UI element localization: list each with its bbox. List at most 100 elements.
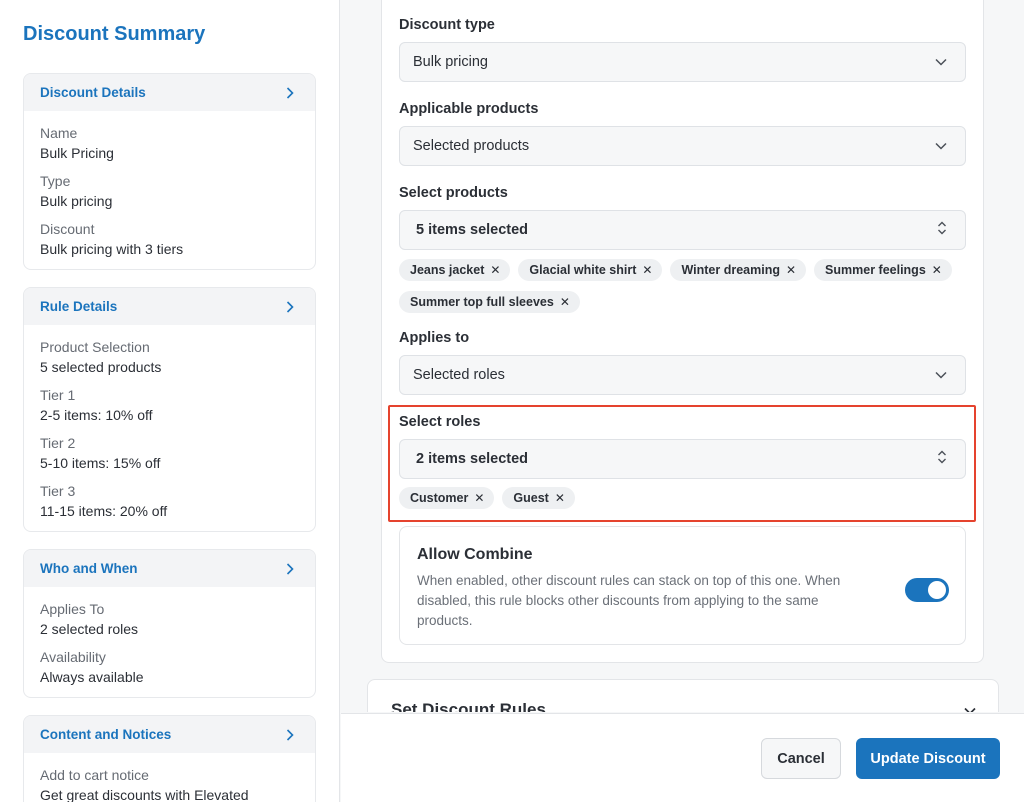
chevron-down-icon	[964, 702, 976, 712]
chevron-right-icon	[283, 300, 297, 314]
sidebar-title: Discount Summary	[23, 23, 206, 45]
allow-combine-card: Allow Combine When enabled, other discou…	[399, 526, 966, 645]
tier-2-label: Tier 2	[40, 435, 76, 451]
product-chip: Jeans jacket ✕	[399, 259, 511, 281]
tier-1-value: 2-5 items: 10% off	[40, 407, 153, 423]
applicable-products-select[interactable]: Selected products	[399, 126, 966, 166]
applies-to-label: Applies to	[399, 330, 470, 346]
select-roles-multiselect[interactable]: 2 items selected	[399, 439, 966, 479]
discount-details-card: Discount Details Name Bulk Pricing Type …	[23, 73, 316, 270]
set-discount-rules-title: Set Discount Rules	[391, 700, 546, 712]
product-chip: Winter dreaming ✕	[670, 259, 807, 281]
tier-1-field: Tier 1 2-5 items: 10% off	[40, 385, 299, 425]
chevron-up-down-icon	[937, 450, 947, 469]
cart-notice-label: Add to cart notice	[40, 767, 149, 783]
cancel-button[interactable]: Cancel	[761, 738, 841, 779]
discount-value: Bulk pricing with 3 tiers	[40, 241, 184, 257]
discount-type-value: Bulk pricing	[413, 54, 488, 70]
who-and-when-card: Who and When Applies To 2 selected roles…	[23, 549, 316, 698]
discount-details-header[interactable]: Discount Details	[24, 74, 315, 111]
role-chip: Guest ✕	[502, 487, 575, 509]
applies-to-field: Applies To 2 selected roles	[40, 599, 299, 639]
name-label: Name	[40, 125, 78, 141]
chevron-right-icon	[283, 562, 297, 576]
tier-1-label: Tier 1	[40, 387, 76, 403]
cart-notice-field: Add to cart notice Get great discounts w…	[40, 765, 299, 802]
tier-3-label: Tier 3	[40, 483, 76, 499]
content-and-notices-heading: Content and Notices	[40, 727, 172, 742]
product-selection-label: Product Selection	[40, 339, 150, 355]
allow-combine-description: When enabled, other discount rules can s…	[417, 573, 841, 628]
tier-3-value: 11-15 items: 20% off	[40, 503, 168, 519]
chevron-right-icon	[283, 86, 297, 100]
applies-to-value: Selected roles	[413, 367, 505, 383]
chip-label: Jeans jacket	[410, 263, 485, 277]
chip-label: Guest	[513, 491, 549, 505]
update-discount-button[interactable]: Update Discount	[856, 738, 1000, 779]
selected-roles-chips: Customer ✕ Guest ✕	[399, 487, 969, 509]
remove-icon[interactable]: ✕	[474, 491, 484, 505]
remove-icon[interactable]: ✕	[786, 263, 796, 277]
discount-label: Discount	[40, 221, 95, 237]
name-field: Name Bulk Pricing	[40, 123, 299, 163]
remove-icon[interactable]: ✕	[555, 491, 565, 505]
availability-label: Availability	[40, 649, 106, 665]
discount-field: Discount Bulk pricing with 3 tiers	[40, 219, 299, 259]
availability-value: Always available	[40, 669, 144, 685]
selected-products-chips: Jeans jacket ✕ Glacial white shirt ✕ Win…	[399, 259, 969, 313]
remove-icon[interactable]: ✕	[642, 263, 652, 277]
chip-label: Customer	[410, 491, 469, 505]
chip-label: Summer feelings	[825, 263, 926, 277]
rule-details-header[interactable]: Rule Details	[24, 288, 315, 325]
role-chip: Customer ✕	[399, 487, 495, 509]
applies-to-label: Applies To	[40, 601, 105, 617]
allow-combine-title: Allow Combine	[417, 546, 533, 563]
type-value: Bulk pricing	[40, 193, 113, 209]
discount-details-heading: Discount Details	[40, 85, 146, 100]
chip-label: Summer top full sleeves	[410, 295, 554, 309]
chevron-down-icon	[935, 366, 947, 384]
select-products-multiselect[interactable]: 5 items selected	[399, 210, 966, 250]
type-field: Type Bulk pricing	[40, 171, 299, 211]
remove-icon[interactable]: ✕	[560, 295, 570, 309]
discount-summary-sidebar: Discount Summary Discount Details Name B…	[0, 0, 340, 802]
product-chip: Summer feelings ✕	[814, 259, 952, 281]
product-selection-field: Product Selection 5 selected products	[40, 337, 299, 377]
name-value: Bulk Pricing	[40, 145, 114, 161]
remove-icon[interactable]: ✕	[490, 263, 500, 277]
tier-2-field: Tier 2 5-10 items: 15% off	[40, 433, 299, 473]
who-and-when-header[interactable]: Who and When	[24, 550, 315, 587]
rule-details-card: Rule Details Product Selection 5 selecte…	[23, 287, 316, 532]
remove-icon[interactable]: ✕	[932, 263, 942, 277]
type-label: Type	[40, 173, 71, 189]
form-footer: Cancel Update Discount	[341, 713, 1024, 802]
discount-type-label: Discount type	[399, 17, 495, 33]
discount-type-select[interactable]: Bulk pricing	[399, 42, 966, 82]
applies-to-value: 2 selected roles	[40, 621, 139, 637]
chevron-right-icon	[283, 728, 297, 742]
availability-field: Availability Always available	[40, 647, 299, 687]
select-roles-value: 2 items selected	[416, 451, 529, 467]
chevron-down-icon	[935, 137, 947, 155]
content-and-notices-card: Content and Notices Add to cart notice G…	[23, 715, 316, 802]
applies-to-select[interactable]: Selected roles	[399, 355, 966, 395]
chevron-down-icon	[935, 53, 947, 71]
product-chip: Summer top full sleeves ✕	[399, 291, 580, 313]
select-products-value: 5 items selected	[416, 222, 529, 238]
product-chip: Glacial white shirt ✕	[518, 259, 663, 281]
who-and-when-heading: Who and When	[40, 561, 138, 576]
content-and-notices-header[interactable]: Content and Notices	[24, 716, 315, 753]
allow-combine-toggle[interactable]	[905, 578, 949, 602]
select-roles-label: Select roles	[399, 414, 481, 430]
product-selection-value: 5 selected products	[40, 359, 162, 375]
tier-3-field: Tier 3 11-15 items: 20% off	[40, 481, 299, 521]
set-discount-rules-section[interactable]: Set Discount Rules	[367, 679, 999, 712]
chevron-up-down-icon	[937, 221, 947, 240]
form-scroll-area[interactable]: Discount type Bulk pricing Applicable pr…	[341, 0, 1024, 712]
select-products-label: Select products	[399, 185, 508, 201]
rule-details-heading: Rule Details	[40, 299, 118, 314]
discount-form-panel: Discount type Bulk pricing Applicable pr…	[341, 0, 1024, 802]
applicable-products-label: Applicable products	[399, 101, 539, 117]
toggle-knob	[928, 581, 946, 599]
chip-label: Glacial white shirt	[529, 263, 637, 277]
